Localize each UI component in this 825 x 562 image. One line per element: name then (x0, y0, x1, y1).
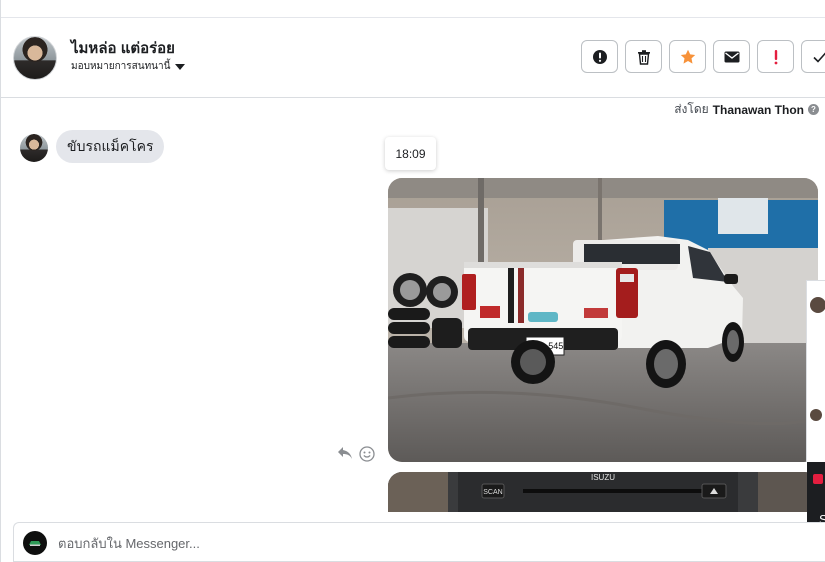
sent-by-line: ส่งโดย Thanawan Thon ? (674, 100, 819, 119)
image-attachment-truck[interactable]: 1ฒห 545 (388, 178, 818, 462)
alert-icon (813, 474, 823, 484)
reply-composer (13, 522, 825, 562)
assign-conversation-dropdown[interactable]: มอบหมายการสนทนานี้ (71, 59, 186, 74)
mark-important-button[interactable] (757, 40, 794, 73)
side-avatar[interactable] (810, 297, 825, 313)
reply-input[interactable] (58, 529, 758, 557)
header-actions (581, 40, 825, 73)
contact-avatar[interactable] (13, 36, 57, 80)
sent-by-prefix: ส่งโดย (674, 102, 709, 116)
delete-button[interactable] (625, 40, 662, 73)
caret-down-icon (175, 63, 186, 70)
svg-text:SCAN: SCAN (483, 489, 502, 496)
dashboard-photo: SCAN ISUZU (388, 472, 818, 512)
emoji-reaction-icon[interactable] (359, 446, 375, 462)
mark-spam-button[interactable] (581, 40, 618, 73)
assign-label: มอบหมายการสนทนานี้ (71, 61, 171, 72)
help-icon[interactable]: ? (808, 104, 819, 115)
side-avatar[interactable] (810, 409, 822, 421)
incoming-message-bubble[interactable]: ขับรถแม็คโคร (56, 130, 165, 163)
message-tools (337, 446, 375, 462)
reply-icon[interactable] (337, 446, 353, 460)
page-logo-icon (29, 541, 41, 546)
conversation-view: ไมหล่อ แต่อร่อย มอบหมายการสนทนานี้ ส่งโด… (0, 0, 825, 562)
conversation-header: ไมหล่อ แต่อร่อย มอบหมายการสนทนานี้ (1, 18, 825, 98)
star-button[interactable] (669, 40, 706, 73)
check-icon (812, 51, 825, 63)
truck-photo: 1ฒห 545 (388, 178, 818, 462)
star-icon (680, 49, 695, 64)
image-attachment-dashboard[interactable]: SCAN ISUZU (388, 472, 818, 512)
conversation-list-panel-edge (806, 280, 825, 462)
mark-unread-button[interactable] (713, 40, 750, 73)
page-avatar (23, 531, 47, 555)
trash-icon (637, 49, 650, 65)
message-timestamp: 18:09 (385, 137, 436, 170)
contact-name[interactable]: ไมหล่อ แต่อร่อย (71, 36, 175, 60)
mark-done-button[interactable] (801, 40, 825, 73)
dashboard-brand-text: ISUZU (591, 473, 615, 482)
message-avatar[interactable] (20, 134, 48, 162)
important-icon (774, 49, 777, 64)
spam-icon (592, 49, 607, 64)
mail-icon (724, 51, 739, 62)
sender-name: Thanawan Thon (712, 102, 804, 117)
